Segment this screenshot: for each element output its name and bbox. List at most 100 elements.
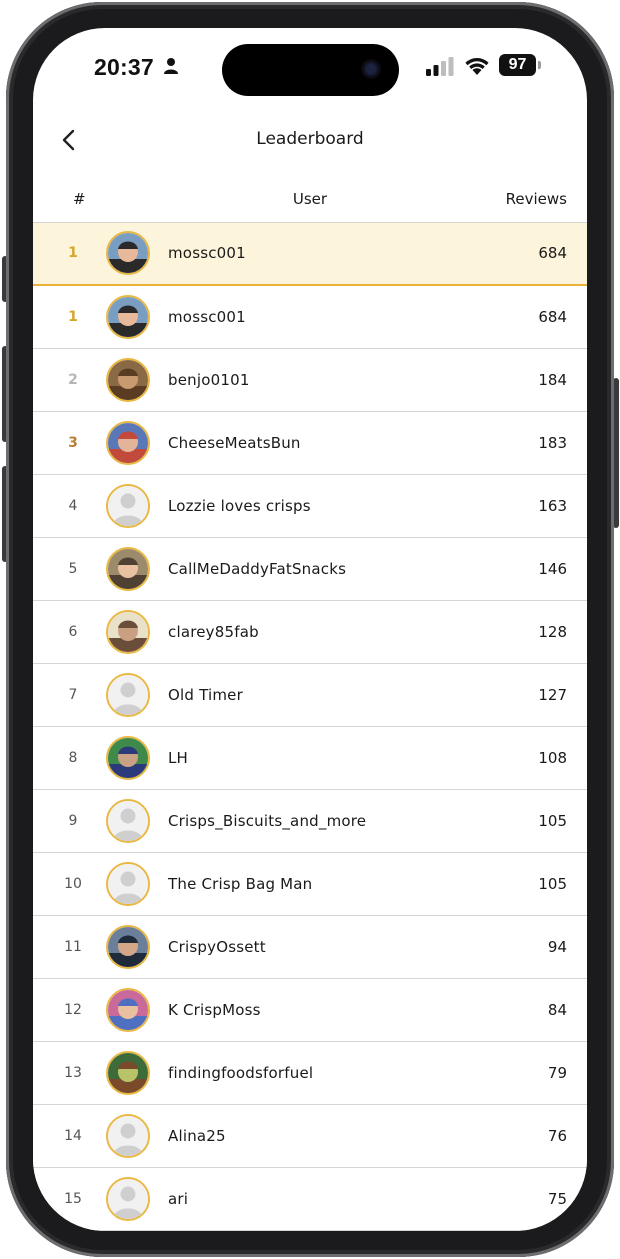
username: benjo0101 [168,371,250,389]
avatar[interactable] [106,421,150,465]
review-count: 105 [538,875,567,893]
review-count: 79 [547,1064,567,1082]
leaderboard-row[interactable]: 15 ari 75 [33,1168,587,1231]
rank-number: 14 [64,1128,82,1144]
avatar[interactable] [106,1177,150,1221]
signal-icon [426,57,454,76]
battery-tip [538,61,541,69]
leaderboard-row[interactable]: 14 Alina25 76 [33,1105,587,1168]
person-icon [164,58,178,74]
user-placeholder-icon [108,1116,148,1156]
avatar[interactable] [106,1051,150,1095]
current-user-row[interactable]: 1 mossc001 684 [33,223,587,286]
leaderboard-row[interactable]: 8 LH 108 [33,727,587,790]
column-header-user: User [292,190,328,208]
leaderboard-row[interactable]: 6 clarey85fab 128 [33,601,587,664]
phone-mockup: 20:37 97 Leaderboard # User Reviews 1 mo… [0,0,620,1259]
rank-number: 7 [68,687,78,703]
user-photo-icon [108,297,148,337]
username: mossc001 [168,244,246,262]
username: LH [168,749,189,767]
review-count: 146 [538,560,567,578]
avatar[interactable] [106,231,150,275]
review-count: 75 [547,1190,567,1208]
username: CallMeDaddyFatSnacks [168,560,347,578]
leaderboard-row[interactable]: 1 mossc001 684 [33,286,587,349]
username: The Crisp Bag Man [168,875,313,893]
username: CheeseMeatsBun [168,434,301,452]
battery-icon: 97 [499,54,536,76]
page-title: Leaderboard [256,129,364,149]
app-screen: 20:37 97 Leaderboard # User Reviews 1 mo… [33,28,587,1231]
dynamic-island [222,44,399,96]
user-photo-icon [108,423,148,463]
user-photo-icon [108,927,148,967]
avatar[interactable] [106,295,150,339]
username: Alina25 [168,1127,226,1145]
user-photo-icon [108,549,148,589]
rank-number: 6 [68,624,78,640]
leaderboard-row[interactable]: 4 Lozzie loves crisps 163 [33,475,587,538]
username: Old Timer [168,686,243,704]
rank-number: 13 [64,1065,82,1081]
username: K CrispMoss [168,1001,261,1019]
wifi-icon [465,58,489,75]
user-placeholder-icon [108,864,148,904]
leaderboard-row[interactable]: 5 CallMeDaddyFatSnacks 146 [33,538,587,601]
user-photo-icon [108,990,148,1030]
rank-number: 4 [68,498,78,514]
leaderboard-row[interactable]: 2 benjo0101 184 [33,349,587,412]
user-placeholder-icon [108,1179,148,1219]
review-count: 84 [547,1001,567,1019]
rank-number: 3 [68,435,78,451]
avatar[interactable] [106,988,150,1032]
leaderboard-row[interactable]: 9 Crisps_Biscuits_and_more 105 [33,790,587,853]
rank-number: 5 [68,561,78,577]
username: Crisps_Biscuits_and_more [168,812,367,830]
review-count: 108 [538,749,567,767]
avatar[interactable] [106,862,150,906]
review-count: 105 [538,812,567,830]
username: mossc001 [168,308,246,326]
avatar[interactable] [106,799,150,843]
leaderboard-row[interactable]: 13 findingfoodsforfuel 79 [33,1042,587,1105]
avatar[interactable] [106,1114,150,1158]
status-time: 20:37 [94,54,154,80]
review-count: 163 [538,497,567,515]
avatar[interactable] [106,736,150,780]
avatar[interactable] [106,547,150,591]
leaderboard-row[interactable]: 12 K CrispMoss 84 [33,979,587,1042]
username: Lozzie loves crisps [168,497,311,515]
rank-number: 2 [68,372,78,388]
user-photo-icon [108,738,148,778]
review-count: 684 [538,244,567,262]
username: clarey85fab [168,623,259,641]
leaderboard-row[interactable]: 3 CheeseMeatsBun 183 [33,412,587,475]
user-photo-icon [108,233,148,273]
user-photo-icon [108,1053,148,1093]
user-photo-icon [108,360,148,400]
avatar[interactable] [106,673,150,717]
user-photo-icon [108,612,148,652]
avatar[interactable] [106,925,150,969]
avatar[interactable] [106,358,150,402]
review-count: 684 [538,308,567,326]
review-count: 183 [538,434,567,452]
rank-number: 12 [64,1002,82,1018]
rank-number: 15 [64,1191,82,1207]
review-count: 76 [547,1127,567,1145]
leaderboard-row[interactable]: 11 CrispyOssett 94 [33,916,587,979]
review-count: 94 [547,938,567,956]
user-placeholder-icon [108,801,148,841]
user-placeholder-icon [108,486,148,526]
leaderboard-list: 1 mossc001 684 1 mossc001 684 2 benjo0101 18… [33,223,587,1231]
leaderboard-row[interactable]: 10 The Crisp Bag Man 105 [33,853,587,916]
rank-number: 1 [68,309,78,325]
avatar[interactable] [106,484,150,528]
user-placeholder-icon [108,675,148,715]
front-camera-icon [361,59,381,79]
rank-number: 11 [64,939,82,955]
rank-number: 1 [68,245,78,261]
avatar[interactable] [106,610,150,654]
leaderboard-row[interactable]: 7 Old Timer 127 [33,664,587,727]
